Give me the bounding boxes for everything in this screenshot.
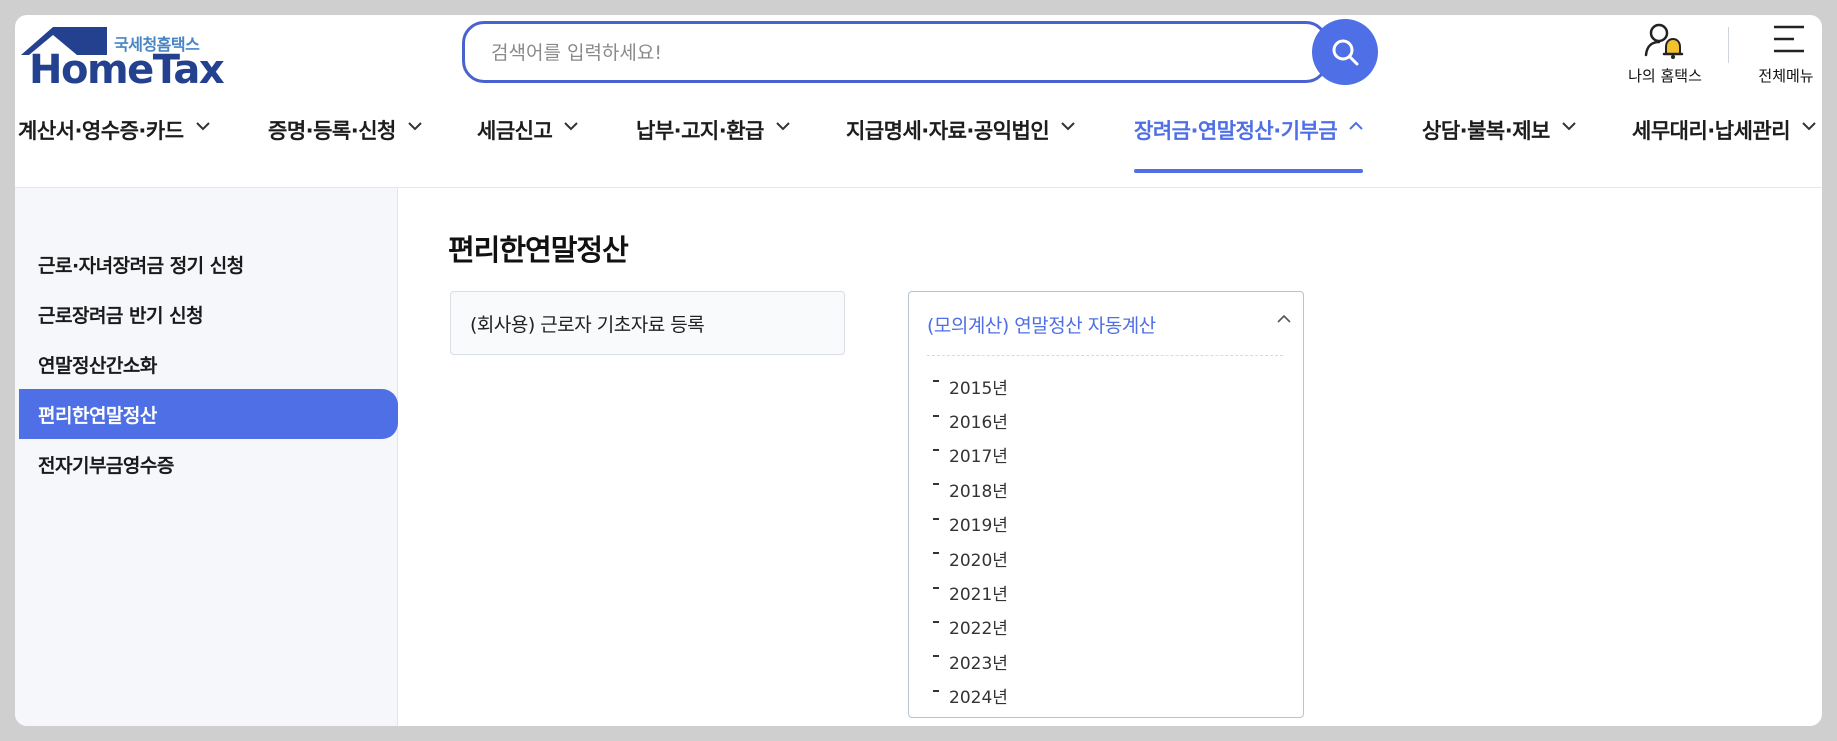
year-label: 2022년 [949,619,1008,640]
year-link-2015[interactable]: 2015년 [933,369,1263,403]
page-title: 편리한연말정산 [448,233,629,267]
sidebar-item-label: 근로·자녀장려금 정기 신청 [38,254,244,277]
my-hometax-button[interactable]: 나의 홈택스 [1615,19,1715,95]
page: 국세청홈택스 HomeTax 나의 홈택스 [15,15,1822,726]
nav-item-label: 계산서·영수증·카드 [18,119,184,143]
chevron-down-icon [1061,122,1075,131]
logo-title: HomeTax [29,47,225,93]
year-link-2018[interactable]: 2018년 [933,472,1263,506]
dash-icon [933,586,939,589]
sidebar-item-convenient-settlement[interactable]: 편리한연말정산 [19,389,398,439]
search-icon [1332,39,1359,66]
card-label: (회사용) 근로자 기초자료 등록 [470,313,705,336]
search-bar [462,19,1394,87]
hometax-logo[interactable]: 국세청홈택스 HomeTax [19,21,225,101]
nav-item-tax-agent[interactable]: 세무대리·납세관리 [1632,111,1816,173]
year-label: 2020년 [949,550,1008,571]
year-label: 2016년 [949,413,1008,434]
nav-item-label: 세무대리·납세관리 [1632,119,1791,143]
dash-icon [933,655,939,658]
chevron-down-icon [564,122,578,131]
nav-item-label: 장려금·연말정산·기부금 [1134,119,1338,143]
sidebar-item-half-year-credit[interactable]: 근로장려금 반기 신청 [19,289,398,339]
nav-item-label: 세금신고 [477,119,553,143]
dash-icon [933,380,939,383]
mock-calculation-card: (모의계산) 연말정산 자동계산 2015년 2016년 2017년 2018년… [908,291,1304,718]
all-menu-label: 전체메뉴 [1758,67,1814,85]
mock-calculation-header[interactable]: (모의계산) 연말정산 자동계산 [927,292,1287,356]
year-label: 2015년 [949,378,1008,399]
year-label: 2023년 [949,653,1008,674]
dash-icon [933,620,939,623]
search-button[interactable] [1312,19,1378,85]
nav-item-tax-filing[interactable]: 세금신고 [477,111,578,173]
sidebar-item-label: 연말정산간소화 [38,354,157,377]
year-label: 2017년 [949,447,1008,468]
nav-item-label: 증명·등록·신청 [268,119,396,143]
main-navigation: 계산서·영수증·카드 증명·등록·신청 세금신고 납부·고지·환급 지급명세·자… [15,111,1822,173]
chevron-up-icon [1349,121,1363,130]
year-link-2024[interactable]: 2024년 [933,679,1263,713]
nav-item-label: 납부·고지·환급 [636,119,764,143]
chevron-down-icon [195,122,210,131]
year-link-2016[interactable]: 2016년 [933,403,1263,437]
user-bell-icon [1644,23,1684,59]
dash-icon [933,552,939,555]
nav-item-label: 상담·불복·제보 [1422,119,1550,143]
year-list: 2015년 2016년 2017년 2018년 2019년 2020년 2021… [933,369,1263,713]
year-link-2023[interactable]: 2023년 [933,644,1263,678]
year-label: 2021년 [949,585,1008,606]
sidebar-item-label: 편리한연말정산 [38,404,157,427]
sidebar: 근로·자녀장려금 정기 신청 근로장려금 반기 신청 연말정산간소화 편리한연말… [15,188,398,726]
year-label: 2024년 [949,688,1008,709]
sidebar-item-donation-receipt[interactable]: 전자기부금영수증 [19,439,398,489]
card-label: (모의계산) 연말정산 자동계산 [927,314,1156,337]
nav-item-payment[interactable]: 납부·고지·환급 [636,111,790,173]
nav-item-incentives[interactable]: 장려금·연말정산·기부금 [1134,111,1364,173]
year-label: 2019년 [949,516,1008,537]
nav-item-certificates[interactable]: 증명·등록·신청 [268,111,422,173]
chevron-down-icon [1562,122,1576,131]
chevron-down-icon [776,122,790,131]
year-label: 2018년 [949,481,1008,502]
nav-item-consulting[interactable]: 상담·불복·제보 [1422,111,1576,173]
chevron-down-icon [408,122,422,131]
sidebar-item-label: 전자기부금영수증 [38,454,174,477]
year-link-2022[interactable]: 2022년 [933,610,1263,644]
year-link-2017[interactable]: 2017년 [933,438,1263,472]
header-divider [1728,27,1729,63]
dash-icon [933,414,939,417]
search-box [462,21,1328,83]
chevron-up-icon[interactable] [1277,314,1291,324]
year-link-2021[interactable]: 2021년 [933,575,1263,609]
sidebar-item-label: 근로장려금 반기 신청 [38,304,204,327]
dash-icon [933,483,939,486]
nav-item-label: 지급명세·자료·공익법인 [846,119,1050,143]
nav-item-statements[interactable]: 지급명세·자료·공익법인 [846,111,1075,173]
year-link-2020[interactable]: 2020년 [933,541,1263,575]
card-divider [927,355,1283,356]
dash-icon [933,448,939,451]
sidebar-item-earned-income-credit[interactable]: 근로·자녀장려금 정기 신청 [19,239,398,289]
year-link-2019[interactable]: 2019년 [933,507,1263,541]
search-input[interactable] [491,38,1291,68]
hamburger-icon [1774,25,1804,53]
all-menu-button[interactable]: 전체메뉴 [1750,19,1822,95]
sidebar-item-simplified-settlement[interactable]: 연말정산간소화 [19,339,398,389]
employee-data-registration-card[interactable]: (회사용) 근로자 기초자료 등록 [450,291,845,355]
chevron-down-icon [1802,122,1816,131]
dash-icon [933,517,939,520]
nav-item-receipts[interactable]: 계산서·영수증·카드 [18,111,210,173]
my-hometax-label: 나의 홈택스 [1628,67,1702,85]
dash-icon [933,689,939,692]
